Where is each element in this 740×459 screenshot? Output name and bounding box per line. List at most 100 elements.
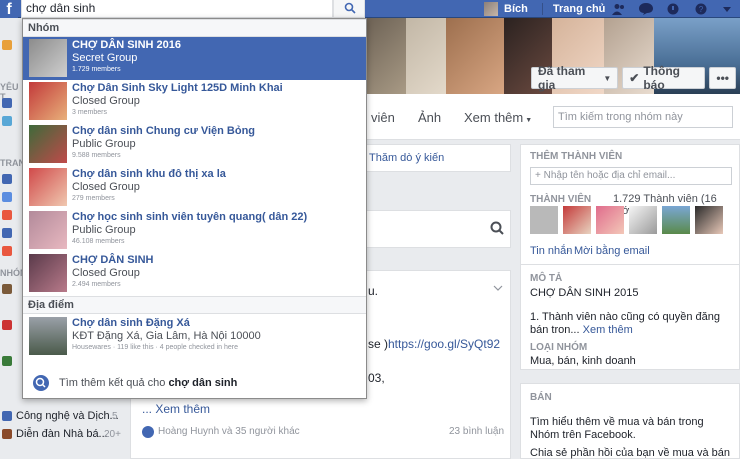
sell-feedback: Chia sẻ phần hồi của bạn về mua và bán bbox=[530, 447, 730, 459]
member-avatar[interactable] bbox=[695, 206, 723, 234]
sidebar-item[interactable] bbox=[0, 96, 22, 112]
see-more-results[interactable]: Tìm thêm kết quả cho chợ dân sinh bbox=[23, 369, 366, 398]
search-result-group[interactable]: Chợ Dân Sinh Sky Light 125D Minh Khai Cl… bbox=[23, 80, 366, 123]
left-sidebar: YÊU T TRAN NHÓN bbox=[0, 18, 27, 459]
groups-section-header: Nhóm bbox=[23, 19, 366, 37]
chevron-down-icon: ▼ bbox=[603, 73, 612, 83]
place-meta: Housewares · 119 like this · 4 people ch… bbox=[72, 344, 239, 351]
search-result-group[interactable]: CHỢ DÂN SINH Closed Group 2.494 members bbox=[23, 252, 366, 295]
sidebar-icon bbox=[2, 210, 12, 220]
separator: · bbox=[567, 245, 571, 257]
cover-image bbox=[366, 18, 406, 94]
see-more-query: chợ dân sinh bbox=[168, 377, 238, 389]
sidebar-item[interactable] bbox=[0, 172, 22, 188]
sidebar-icon bbox=[2, 174, 12, 184]
home-link[interactable]: Trang chủ bbox=[553, 3, 606, 15]
description-title: MÔ TẢ bbox=[530, 273, 563, 284]
post-link[interactable]: https://goo.gl/SyQt92 bbox=[388, 337, 500, 351]
sidebar-item[interactable] bbox=[0, 114, 22, 130]
sidebar-icon bbox=[2, 284, 12, 294]
search-button[interactable] bbox=[333, 0, 365, 18]
cover-image bbox=[406, 18, 446, 94]
group-thumbnail bbox=[29, 39, 67, 77]
help-icon[interactable]: ? bbox=[694, 3, 708, 15]
friends-icon[interactable] bbox=[612, 3, 626, 15]
notifications-button[interactable]: ✔ Thông báo bbox=[622, 64, 706, 92]
members-title: THÀNH VIÊN bbox=[530, 194, 592, 205]
sidebar-item[interactable] bbox=[0, 354, 22, 370]
tab-videos[interactable]: viên bbox=[371, 110, 395, 125]
places-section-header: Địa điểm bbox=[23, 296, 366, 314]
sidebar-item[interactable] bbox=[0, 38, 22, 54]
sidebar-icon bbox=[2, 228, 12, 238]
group-members: 1.729 members bbox=[72, 66, 121, 73]
invite-email-link[interactable]: Mời bằng email bbox=[574, 245, 650, 257]
divider bbox=[520, 264, 740, 265]
group-type: Public Group bbox=[72, 138, 136, 150]
search-icon[interactable] bbox=[490, 221, 504, 235]
group-members: 9.588 members bbox=[72, 152, 121, 159]
sidebar-icon bbox=[2, 116, 12, 126]
more-options-button[interactable]: ••• bbox=[709, 67, 736, 89]
see-more-link[interactable]: ... Xem thêm bbox=[142, 402, 210, 416]
tab-more-label: Xem thêm bbox=[464, 110, 524, 125]
sidebar-item-label: Diễn đàn Nhà bá... bbox=[16, 428, 108, 440]
group-type: Closed Group bbox=[72, 181, 140, 193]
search-result-group[interactable]: CHỢ DÂN SINH 2016 Secret Group 1.729 mem… bbox=[23, 37, 366, 80]
group-name: Chợ dân sinh khu đô thị xa la bbox=[72, 168, 226, 180]
messages-icon[interactable] bbox=[639, 3, 653, 15]
add-member-input[interactable]: + Nhập tên hoặc địa chỉ email... bbox=[530, 167, 732, 185]
description-name: CHỢ DÂN SINH 2015 bbox=[530, 287, 639, 299]
member-avatar[interactable] bbox=[662, 206, 690, 234]
notifications-icon[interactable] bbox=[666, 3, 680, 15]
sidebar-item[interactable] bbox=[0, 318, 22, 334]
see-more-label: Tìm thêm kết quả cho chợ dân sinh bbox=[59, 377, 237, 389]
sidebar-item[interactable] bbox=[0, 282, 22, 298]
chevron-down-icon: ▼ bbox=[525, 117, 533, 124]
search-result-place[interactable]: Chợ dân sinh Đặng Xá KĐT Đặng Xá, Gia Lâ… bbox=[23, 315, 366, 358]
sell-info: Tìm hiểu thêm về mua và bán trong Nhóm t… bbox=[530, 416, 704, 441]
search-result-group[interactable]: Chợ dân sinh Chung cư Viện Bỏng Public G… bbox=[23, 123, 366, 166]
sidebar-item-dien-dan[interactable]: Diễn đàn Nhà bá... 20+ bbox=[0, 426, 130, 442]
sidebar-item[interactable] bbox=[0, 226, 22, 242]
post-text: 03, bbox=[368, 371, 385, 385]
member-avatar[interactable] bbox=[530, 206, 558, 234]
search-box[interactable] bbox=[21, 0, 333, 18]
group-members: 3 members bbox=[72, 109, 108, 116]
cover-actions: Đã tham gia ▼ ✔ Thông báo ••• bbox=[531, 64, 740, 92]
place-name: Chợ dân sinh Đặng Xá bbox=[72, 317, 190, 329]
profile-link[interactable]: Bích bbox=[504, 3, 528, 15]
facebook-logo[interactable]: f bbox=[0, 0, 18, 18]
see-more-link[interactable]: Xem thêm bbox=[583, 324, 633, 336]
sidebar-item[interactable] bbox=[0, 190, 22, 206]
comments-count[interactable]: 23 bình luận bbox=[449, 426, 504, 437]
sidebar-item[interactable] bbox=[0, 244, 22, 260]
chevron-down-icon[interactable] bbox=[493, 284, 503, 292]
sidebar-icon bbox=[2, 40, 12, 50]
group-type: Mua, bán, kinh doanh bbox=[530, 355, 636, 367]
top-bar: f Bích Trang chủ ? bbox=[0, 0, 740, 18]
chevron-down-icon[interactable] bbox=[720, 3, 734, 15]
likes-summary[interactable]: Hoàng Huynh và 35 người khác bbox=[158, 426, 300, 437]
member-avatar[interactable] bbox=[563, 206, 591, 234]
tab-photos[interactable]: Ảnh bbox=[418, 110, 441, 125]
poll-link[interactable]: Thăm dò ý kiến bbox=[369, 152, 444, 164]
notifications-label: Thông báo bbox=[643, 64, 680, 92]
tab-more[interactable]: Xem thêm ▼ bbox=[464, 110, 532, 125]
search-result-group[interactable]: Chợ dân sinh khu đô thị xa la Closed Gro… bbox=[23, 166, 366, 209]
search-result-group[interactable]: Chợ học sinh sinh viên tuyên quang( dân … bbox=[23, 209, 366, 252]
group-type: Public Group bbox=[72, 224, 136, 236]
member-avatar[interactable] bbox=[596, 206, 624, 234]
member-avatar[interactable] bbox=[629, 206, 657, 234]
joined-button[interactable]: Đã tham gia ▼ bbox=[531, 64, 619, 92]
group-search-input[interactable]: Tìm kiếm trong nhóm này bbox=[553, 106, 733, 128]
group-thumbnail bbox=[29, 211, 67, 249]
group-type: Secret Group bbox=[72, 52, 138, 64]
group-type-title: LOẠI NHÓM bbox=[530, 342, 588, 353]
check-icon: ✔ bbox=[629, 71, 640, 85]
search-input[interactable] bbox=[26, 0, 326, 16]
sidebar-item[interactable] bbox=[0, 208, 22, 224]
avatar[interactable] bbox=[484, 2, 498, 16]
sidebar-item-cong-nghe[interactable]: Công nghệ và Dịch... 5 bbox=[0, 408, 130, 424]
post-text: se ) bbox=[368, 337, 389, 351]
